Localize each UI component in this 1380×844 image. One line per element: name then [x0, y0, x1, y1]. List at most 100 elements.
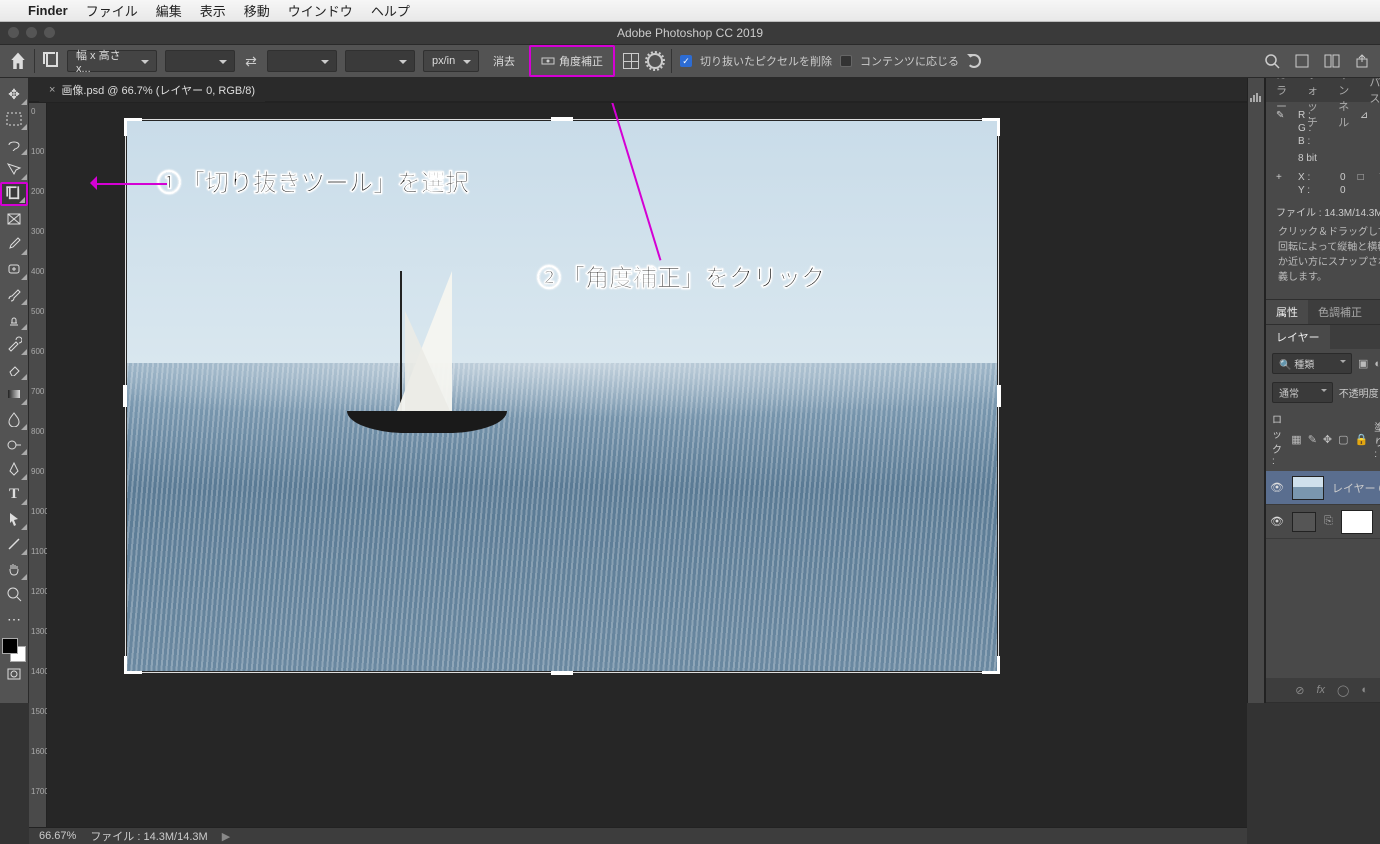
- line-tool[interactable]: [0, 532, 28, 556]
- marquee-tool[interactable]: [0, 107, 28, 131]
- window-title: Adobe Photoshop CC 2019: [617, 26, 763, 40]
- menu-window[interactable]: ウインドウ: [288, 1, 353, 20]
- eyedropper-tool[interactable]: [0, 232, 28, 256]
- zoom-tool[interactable]: [0, 582, 28, 606]
- tab-adjustments[interactable]: 色調補正: [1308, 300, 1372, 324]
- move-tool[interactable]: ✥: [0, 82, 28, 106]
- window-traffic-lights[interactable]: [8, 27, 55, 38]
- straighten-button[interactable]: 角度補正: [535, 49, 609, 73]
- lasso-tool[interactable]: [0, 132, 28, 156]
- more-tools[interactable]: ⋯: [0, 607, 28, 631]
- crop-tool[interactable]: [0, 182, 28, 206]
- crop-res-input[interactable]: [345, 50, 415, 72]
- pen-tool[interactable]: [0, 457, 28, 481]
- menu-help[interactable]: ヘルプ: [371, 1, 410, 20]
- clear-button[interactable]: 消去: [487, 49, 521, 73]
- layers-panel: レイヤー ≡ 🔍 種類 ▣ ◐ T ▭ ◧ ⊘ 通常 不透明度 : 100%: [1266, 325, 1380, 703]
- frame-icon[interactable]: [1294, 53, 1310, 69]
- gradient-tool[interactable]: [0, 382, 28, 406]
- adjustment-layer-icon[interactable]: ◐: [1361, 684, 1368, 696]
- status-zoom[interactable]: 66.67%: [39, 830, 76, 842]
- angle-icon: ⊿: [1360, 110, 1376, 121]
- annotation-arrow-1: [95, 183, 167, 185]
- search-icon[interactable]: [1264, 53, 1280, 69]
- lock-brush-icon[interactable]: ✎: [1308, 433, 1317, 446]
- overlay-grid-icon[interactable]: [623, 53, 639, 69]
- workspace-icon[interactable]: [1324, 53, 1340, 69]
- arrow-head-1-icon: [83, 176, 97, 190]
- info-hint: クリック＆ドラッグして、画像の回転によって縦軸と横軸のどちらか近い方にスナップさ…: [1276, 225, 1380, 291]
- frame-tool[interactable]: [0, 207, 28, 231]
- crop-settings-icon[interactable]: [647, 53, 663, 69]
- hand-tool[interactable]: [0, 557, 28, 581]
- layer-mask-thumbnail[interactable]: [1341, 510, 1373, 534]
- tab-properties[interactable]: 属性: [1266, 300, 1308, 324]
- crop-height-input[interactable]: [267, 50, 337, 72]
- healing-tool[interactable]: [0, 257, 28, 281]
- document-tab[interactable]: × 画像.psd @ 66.7% (レイヤー 0, RGB/8): [39, 78, 265, 102]
- dodge-tool[interactable]: [0, 432, 28, 456]
- path-select-tool[interactable]: [0, 507, 28, 531]
- fg-bg-colors[interactable]: [2, 638, 26, 662]
- link-layers-icon[interactable]: ⊘: [1295, 684, 1304, 697]
- eraser-tool[interactable]: [0, 357, 28, 381]
- menu-edit[interactable]: 編集: [156, 1, 182, 20]
- home-icon[interactable]: [10, 53, 26, 69]
- canvas-viewport[interactable]: ①「切り抜きツール」を選択 ②「角度補正」をクリック: [47, 103, 1247, 827]
- type-tool[interactable]: T: [0, 482, 28, 506]
- layer-filter-dropdown[interactable]: 🔍 種類: [1272, 353, 1352, 374]
- mask-icon[interactable]: ◯: [1337, 684, 1349, 697]
- tab-color[interactable]: カラー: [1266, 78, 1297, 102]
- blur-tool[interactable]: [0, 407, 28, 431]
- tab-layers[interactable]: レイヤー: [1266, 325, 1330, 349]
- history-brush-tool[interactable]: [0, 332, 28, 356]
- status-file[interactable]: ファイル : 14.3M/14.3M: [90, 828, 207, 844]
- link-icon: ⎘: [1324, 515, 1333, 528]
- panel-toggle-strip[interactable]: [1247, 78, 1265, 703]
- lock-position-icon[interactable]: ✥: [1323, 433, 1332, 446]
- swap-dims-icon[interactable]: ⇄: [243, 53, 259, 69]
- content-aware-checkbox[interactable]: [840, 55, 852, 67]
- menu-go[interactable]: 移動: [244, 1, 270, 20]
- brush-tool[interactable]: [0, 282, 28, 306]
- tab-channels[interactable]: チャンネル: [1328, 78, 1359, 102]
- level-icon: [541, 54, 555, 68]
- lock-artboard-icon[interactable]: ▢: [1338, 433, 1348, 446]
- layer-row-0[interactable]: 👁 レイヤー 0: [1266, 471, 1380, 505]
- crop-units-dropdown[interactable]: px/in: [423, 50, 479, 72]
- fx-icon[interactable]: fx: [1316, 684, 1325, 696]
- histogram-icon[interactable]: [1248, 90, 1264, 104]
- app-name[interactable]: Finder: [28, 3, 68, 18]
- lock-all-icon[interactable]: 🔒: [1355, 433, 1369, 446]
- stamp-tool[interactable]: [0, 307, 28, 331]
- filter-adjust-icon[interactable]: ◐: [1374, 358, 1380, 370]
- layer-thumbnail[interactable]: [1292, 476, 1324, 500]
- lock-pixels-icon[interactable]: ▦: [1291, 433, 1301, 446]
- visibility-icon[interactable]: 👁: [1270, 481, 1284, 494]
- layer-row-1[interactable]: 👁 ⎘ べた塗り 1: [1266, 505, 1380, 539]
- reset-crop-icon[interactable]: [967, 54, 981, 68]
- status-bar: 66.67% ファイル : 14.3M/14.3M ▶: [29, 827, 1247, 844]
- image-canvas[interactable]: [127, 121, 997, 671]
- menu-view[interactable]: 表示: [200, 1, 226, 20]
- crop-tool-icon[interactable]: [43, 53, 59, 69]
- delete-cropped-checkbox[interactable]: ✓: [680, 55, 692, 67]
- crop-preset-dropdown[interactable]: 幅 x 高さ x...: [67, 50, 157, 72]
- quickmask-toggle[interactable]: [0, 662, 28, 686]
- ruler-vertical[interactable]: 0100200300400500600700800900100011001200…: [29, 103, 47, 827]
- blend-mode-dropdown[interactable]: 通常: [1272, 382, 1333, 403]
- close-tab-icon[interactable]: ×: [49, 84, 55, 96]
- annotation-1: ①「切り抜きツール」を選択: [157, 163, 469, 198]
- quick-select-tool[interactable]: [0, 157, 28, 181]
- visibility-icon[interactable]: 👁: [1270, 515, 1284, 528]
- filter-image-icon[interactable]: ▣: [1358, 357, 1368, 370]
- share-icon[interactable]: [1354, 53, 1370, 69]
- solid-color-icon: [1292, 512, 1316, 532]
- layer-name[interactable]: レイヤー 0: [1332, 480, 1380, 496]
- window-titlebar: Adobe Photoshop CC 2019: [0, 22, 1380, 44]
- tab-swatches[interactable]: スウォッチ: [1297, 78, 1328, 102]
- crop-width-input[interactable]: [165, 50, 235, 72]
- tab-paths[interactable]: パス: [1359, 78, 1380, 102]
- menu-file[interactable]: ファイル: [86, 1, 138, 20]
- layers-footer: ⊘ fx ◯ ◐ 🗀 🗋 🗑: [1266, 678, 1380, 702]
